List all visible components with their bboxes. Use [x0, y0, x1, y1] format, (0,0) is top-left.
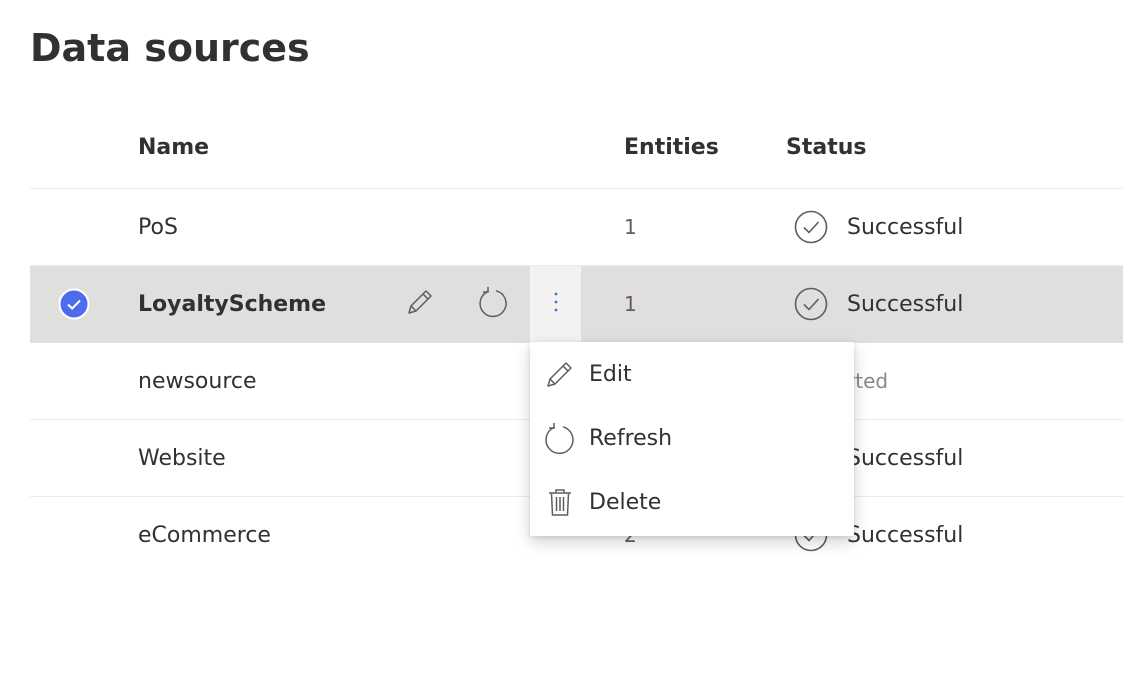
column-header-entities[interactable]: Entities: [624, 135, 719, 160]
row-name[interactable]: newsource: [138, 343, 257, 419]
table-header: Name Entities Status: [30, 111, 1123, 189]
row-entities: 1: [624, 292, 637, 316]
row-status: Successful: [793, 189, 963, 265]
row-name[interactable]: LoyaltyScheme: [138, 266, 326, 342]
row-selected-checkbox[interactable]: [58, 288, 90, 320]
status-label: Successful: [847, 291, 964, 317]
menu-item-refresh[interactable]: Refresh: [530, 406, 854, 470]
status-label: Successful: [847, 214, 964, 240]
menu-item-edit[interactable]: Edit: [530, 342, 854, 406]
row-name[interactable]: eCommerce: [138, 497, 271, 573]
page-title: Data sources: [30, 26, 310, 70]
menu-item-delete[interactable]: Delete: [530, 470, 854, 534]
pencil-icon: [543, 357, 577, 391]
check-circle-icon: [793, 209, 829, 245]
column-header-status[interactable]: Status: [786, 135, 866, 160]
menu-item-label: Refresh: [589, 425, 673, 451]
table-row[interactable]: PoS 1 Successful: [30, 189, 1123, 266]
row-more-options-button[interactable]: [530, 266, 581, 342]
data-sources-page: Data sources Name Entities Status PoS 1 …: [0, 0, 1123, 680]
row-edit-button[interactable]: [395, 266, 445, 342]
refresh-icon: [543, 421, 577, 455]
row-name[interactable]: Website: [138, 420, 226, 496]
menu-item-label: Edit: [589, 361, 632, 387]
trash-icon: [543, 485, 577, 519]
row-context-menu: Edit Refresh Delete: [530, 342, 854, 536]
menu-item-label: Delete: [589, 489, 662, 515]
row-refresh-button[interactable]: [468, 266, 518, 342]
status-label: Successful: [847, 445, 964, 471]
pencil-icon: [403, 285, 437, 323]
status-label: Successful: [847, 522, 964, 548]
column-header-name[interactable]: Name: [138, 135, 209, 160]
table-row-selected[interactable]: LoyaltyScheme 1 Successful: [30, 266, 1123, 343]
row-name[interactable]: PoS: [138, 189, 178, 265]
check-circle-icon: [793, 286, 829, 322]
more-vertical-icon: [551, 290, 561, 318]
row-status: Successful: [793, 266, 963, 342]
checkmark-circle-icon: [58, 288, 90, 320]
refresh-icon: [476, 285, 510, 323]
row-entities: 1: [624, 215, 637, 239]
